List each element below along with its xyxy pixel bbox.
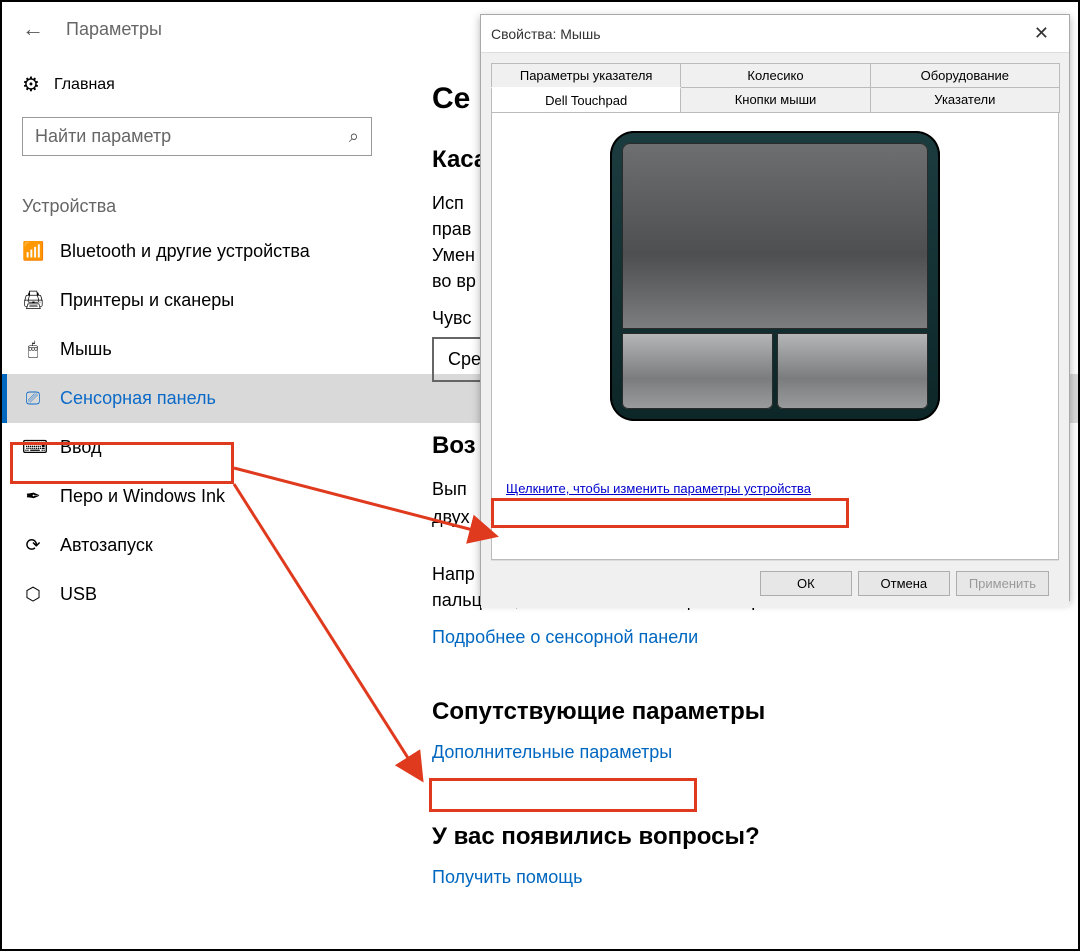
dialog-tab[interactable]: Указатели <box>870 87 1060 113</box>
home-label[interactable]: Главная <box>54 76 115 94</box>
close-icon[interactable]: ✕ <box>1024 21 1059 46</box>
dialog-tab-content: Щелкните, чтобы изменить параметры устро… <box>491 113 1059 560</box>
link-more-touchpad[interactable]: Подробнее о сенсорной панели <box>432 627 1068 648</box>
ok-button[interactable]: ОК <box>760 571 852 596</box>
nav-label: USB <box>60 584 97 605</box>
window-title: Параметры <box>66 19 162 40</box>
apply-button[interactable]: Применить <box>956 571 1049 596</box>
nav-icon: ⟳ <box>22 535 44 556</box>
link-additional-params[interactable]: Дополнительные параметры <box>432 742 1068 763</box>
touchpad-right-button <box>777 333 928 409</box>
touchpad-image <box>610 131 940 421</box>
dialog-title: Свойства: Мышь <box>491 26 601 42</box>
dialog-tab[interactable]: Параметры указателя <box>491 63 681 87</box>
nav-icon: ✒ <box>22 486 44 507</box>
nav-icon: 🖱 <box>22 339 44 360</box>
nav-label: Bluetooth и другие устройства <box>60 241 310 262</box>
nav-label: Автозапуск <box>60 535 153 556</box>
mouse-properties-dialog: Свойства: Мышь ✕ Параметры указателяКоле… <box>480 14 1070 601</box>
nav-label: Принтеры и сканеры <box>60 290 234 311</box>
gear-icon: ⚙ <box>22 72 40 97</box>
dialog-tabs-row1: Параметры указателяКолесикоОборудование <box>491 63 1059 88</box>
link-change-device-params[interactable]: Щелкните, чтобы изменить параметры устро… <box>506 481 811 496</box>
nav-label: Мышь <box>60 339 112 360</box>
dialog-tab[interactable]: Кнопки мыши <box>680 87 870 113</box>
dialog-tab[interactable]: Оборудование <box>870 63 1060 87</box>
link-get-help[interactable]: Получить помощь <box>432 867 1068 888</box>
nav-icon: ⬡ <box>22 584 44 605</box>
nav-label: Ввод <box>60 437 101 458</box>
nav-label: Сенсорная панель <box>60 388 216 409</box>
nav-icon: ⌨ <box>22 437 44 458</box>
search-placeholder: Найти параметр <box>35 126 171 147</box>
touchpad-left-button <box>622 333 773 409</box>
nav-icon: ⎚ <box>22 388 44 409</box>
back-arrow-icon[interactable]: ← <box>22 16 44 42</box>
nav-icon: 📶 <box>22 241 44 262</box>
nav-label: Перо и Windows Ink <box>60 486 225 507</box>
cancel-button[interactable]: Отмена <box>858 571 950 596</box>
section-related: Сопутствующие параметры <box>432 698 1068 726</box>
touchpad-surface <box>622 143 928 329</box>
dialog-tab[interactable]: Dell Touchpad <box>491 87 681 113</box>
nav-icon: 🖨 <box>22 290 44 311</box>
dialog-tab[interactable]: Колесико <box>680 63 870 87</box>
section-questions: У вас появились вопросы? <box>432 823 1068 851</box>
dialog-tabs-row2: Dell TouchpadКнопки мышиУказатели <box>491 88 1059 113</box>
search-input[interactable]: Найти параметр ⌕ <box>22 117 372 156</box>
search-icon: ⌕ <box>349 126 359 147</box>
